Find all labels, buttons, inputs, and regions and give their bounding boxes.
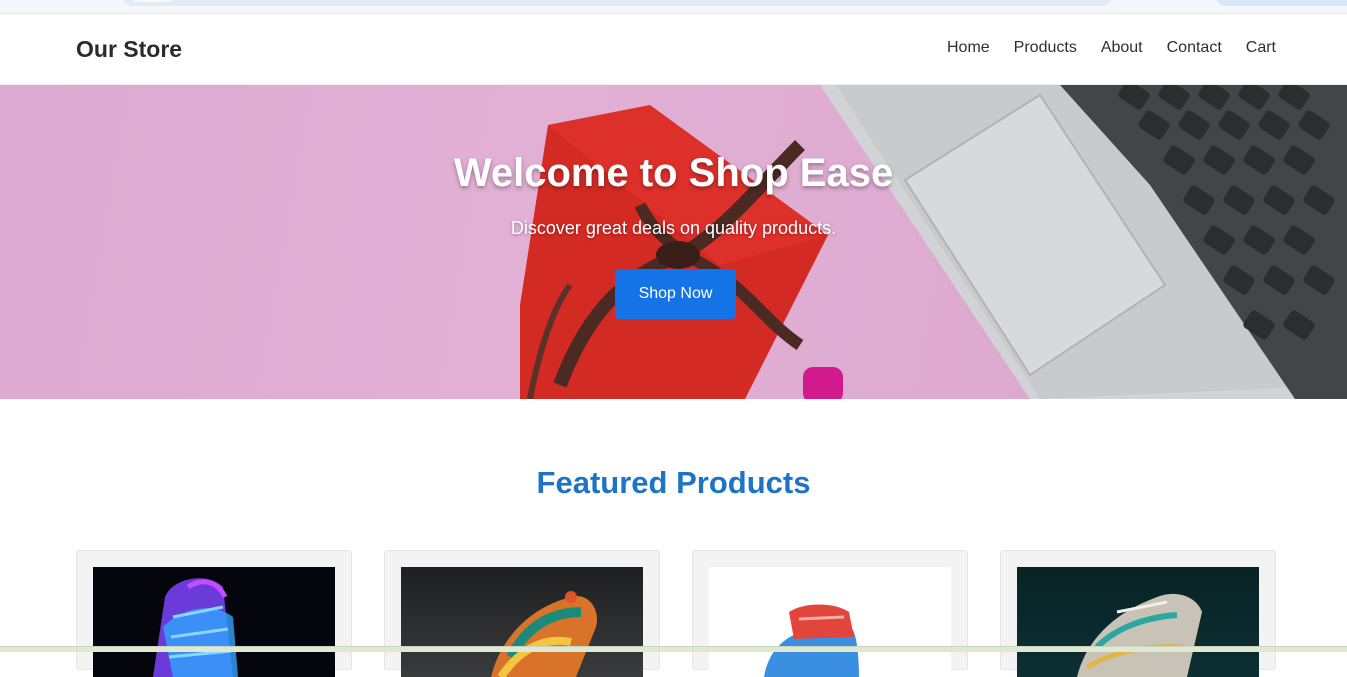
- site-header: Our Store Home Products About Contact Ca…: [0, 14, 1347, 85]
- neon-sneaker-image[interactable]: [93, 567, 335, 677]
- product-card[interactable]: [76, 550, 352, 677]
- gift-bow-knot: [656, 241, 700, 269]
- metallic-sneaker-image[interactable]: [1017, 567, 1259, 677]
- red-blue-sneaker-image[interactable]: [709, 567, 951, 677]
- hero-title: Welcome to Shop Ease: [453, 151, 894, 195]
- product-card[interactable]: [384, 550, 660, 677]
- taskbar-strip: [0, 646, 1347, 652]
- pink-clip: [803, 367, 843, 399]
- hero-background-image: [520, 85, 1347, 399]
- browser-tab-handle[interactable]: [132, 0, 172, 2]
- nav-link-products[interactable]: Products: [1014, 39, 1077, 57]
- nav-link-cart[interactable]: Cart: [1246, 39, 1276, 57]
- featured-products-title: Featured Products: [536, 465, 811, 500]
- main-nav: Home Products About Contact Cart: [947, 39, 1276, 57]
- browser-address-bar[interactable]: [122, 0, 1112, 6]
- product-card[interactable]: [1000, 550, 1276, 677]
- colorful-sneaker-image[interactable]: [401, 567, 643, 677]
- hero-banner: Welcome to Shop Ease Discover great deal…: [0, 85, 1347, 399]
- browser-toolbar-button[interactable]: [1216, 0, 1347, 6]
- brand-logo[interactable]: Our Store: [76, 36, 182, 63]
- nav-link-about[interactable]: About: [1101, 39, 1143, 57]
- product-card[interactable]: [692, 550, 968, 677]
- browser-chrome-strip: [0, 0, 1347, 14]
- nav-link-contact[interactable]: Contact: [1167, 39, 1222, 57]
- nav-link-home[interactable]: Home: [947, 39, 990, 57]
- hero-subtitle: Discover great deals on quality products…: [510, 218, 837, 238]
- shop-now-button[interactable]: Shop Now: [615, 269, 736, 319]
